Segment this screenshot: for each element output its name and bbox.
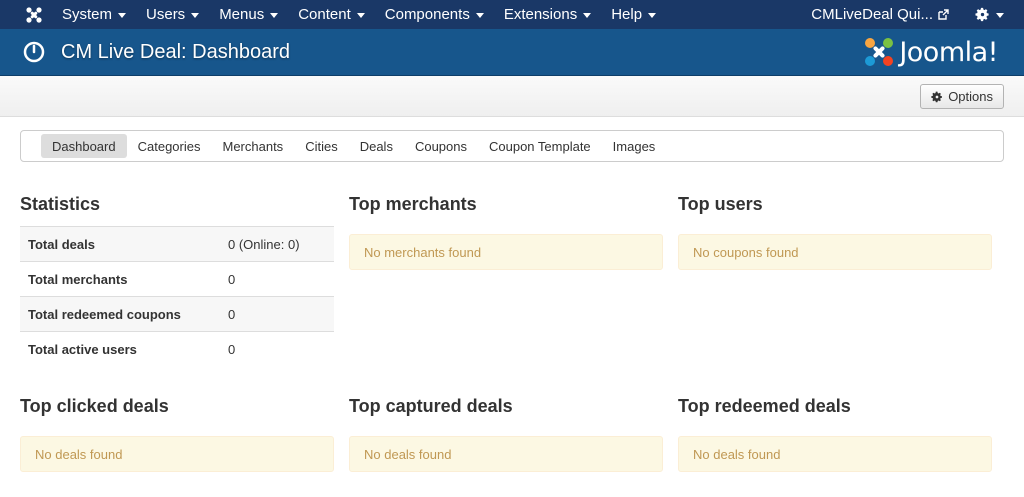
table-row: Total merchants 0 <box>20 261 334 297</box>
tab-merchants[interactable]: Merchants <box>211 134 294 158</box>
toolbar: Options <box>0 76 1024 117</box>
menu-menus[interactable]: Menus <box>209 0 288 29</box>
caret-down-icon <box>648 13 657 18</box>
table-row: Total active users 0 <box>20 331 334 367</box>
stat-label: Total redeemed coupons <box>28 306 181 322</box>
top-clicked-deals-title: Top clicked deals <box>20 396 169 416</box>
statistics-title: Statistics <box>20 194 101 214</box>
page-header: CM Live Deal: Dashboard Joomla! <box>0 29 1024 76</box>
tab-cities[interactable]: Cities <box>294 134 349 158</box>
menu-components[interactable]: Components <box>375 0 494 29</box>
top-captured-deals-title: Top captured deals <box>349 396 513 416</box>
external-link-icon <box>938 9 949 20</box>
caret-down-icon <box>118 13 127 18</box>
stat-label: Total merchants <box>28 271 128 287</box>
user-settings-menu[interactable] <box>975 7 1004 22</box>
main-menu: System Users Menus Content Components Ex… <box>52 0 666 29</box>
tab-coupon-template[interactable]: Coupon Template <box>478 134 602 158</box>
stat-value: 0 (Online: 0) <box>228 236 300 252</box>
tab-deals[interactable]: Deals <box>349 134 404 158</box>
options-label: Options <box>948 89 993 104</box>
tab-coupons[interactable]: Coupons <box>404 134 478 158</box>
table-row: Total deals 0 (Online: 0) <box>20 226 334 262</box>
caret-down-icon <box>356 13 365 18</box>
joomla-logo-icon <box>865 38 894 66</box>
menu-help[interactable]: Help <box>601 0 666 29</box>
table-row: Total redeemed coupons 0 <box>20 296 334 332</box>
menu-users[interactable]: Users <box>136 0 209 29</box>
stat-label: Total deals <box>28 236 95 252</box>
dashboard-icon <box>23 41 45 63</box>
statistics-table: Total deals 0 (Online: 0) Total merchant… <box>20 226 334 367</box>
caret-down-icon <box>583 13 592 18</box>
page-title: CM Live Deal: Dashboard <box>61 41 290 63</box>
top-users-empty-notice: No coupons found <box>678 234 992 270</box>
top-merchants-title: Top merchants <box>349 194 477 214</box>
stat-value: 0 <box>228 271 236 287</box>
options-button[interactable]: Options <box>920 84 1004 109</box>
stat-value: 0 <box>228 306 236 322</box>
caret-down-icon <box>996 13 1004 18</box>
site-preview-link[interactable]: CMLiveDeal Qui... <box>811 6 949 23</box>
joomla-logo: Joomla! <box>863 34 998 70</box>
top-merchants-empty-notice: No merchants found <box>349 234 663 270</box>
stat-label: Total active users <box>28 341 137 357</box>
menu-content[interactable]: Content <box>288 0 375 29</box>
navbar-right: CMLiveDeal Qui... <box>811 0 1024 29</box>
top-users-title: Top users <box>678 194 763 214</box>
gear-icon <box>975 7 989 22</box>
menu-system[interactable]: System <box>52 0 136 29</box>
joomla-menu-icon[interactable] <box>22 0 46 29</box>
tab-dashboard[interactable]: Dashboard <box>41 134 127 158</box>
component-subnav: Dashboard Categories Merchants Cities De… <box>20 130 1004 162</box>
tab-images[interactable]: Images <box>602 134 667 158</box>
top-clicked-deals-empty-notice: No deals found <box>20 436 334 472</box>
tab-categories[interactable]: Categories <box>127 134 212 158</box>
caret-down-icon <box>191 13 200 18</box>
joomla-wordmark: Joomla! <box>899 36 998 68</box>
top-captured-deals-empty-notice: No deals found <box>349 436 663 472</box>
top-redeemed-deals-title: Top redeemed deals <box>678 396 851 416</box>
caret-down-icon <box>475 13 484 18</box>
top-navbar: System Users Menus Content Components Ex… <box>0 0 1024 29</box>
caret-down-icon <box>270 13 279 18</box>
top-redeemed-deals-empty-notice: No deals found <box>678 436 992 472</box>
gear-icon <box>931 91 943 103</box>
menu-extensions[interactable]: Extensions <box>494 0 601 29</box>
stat-value: 0 <box>228 341 236 357</box>
